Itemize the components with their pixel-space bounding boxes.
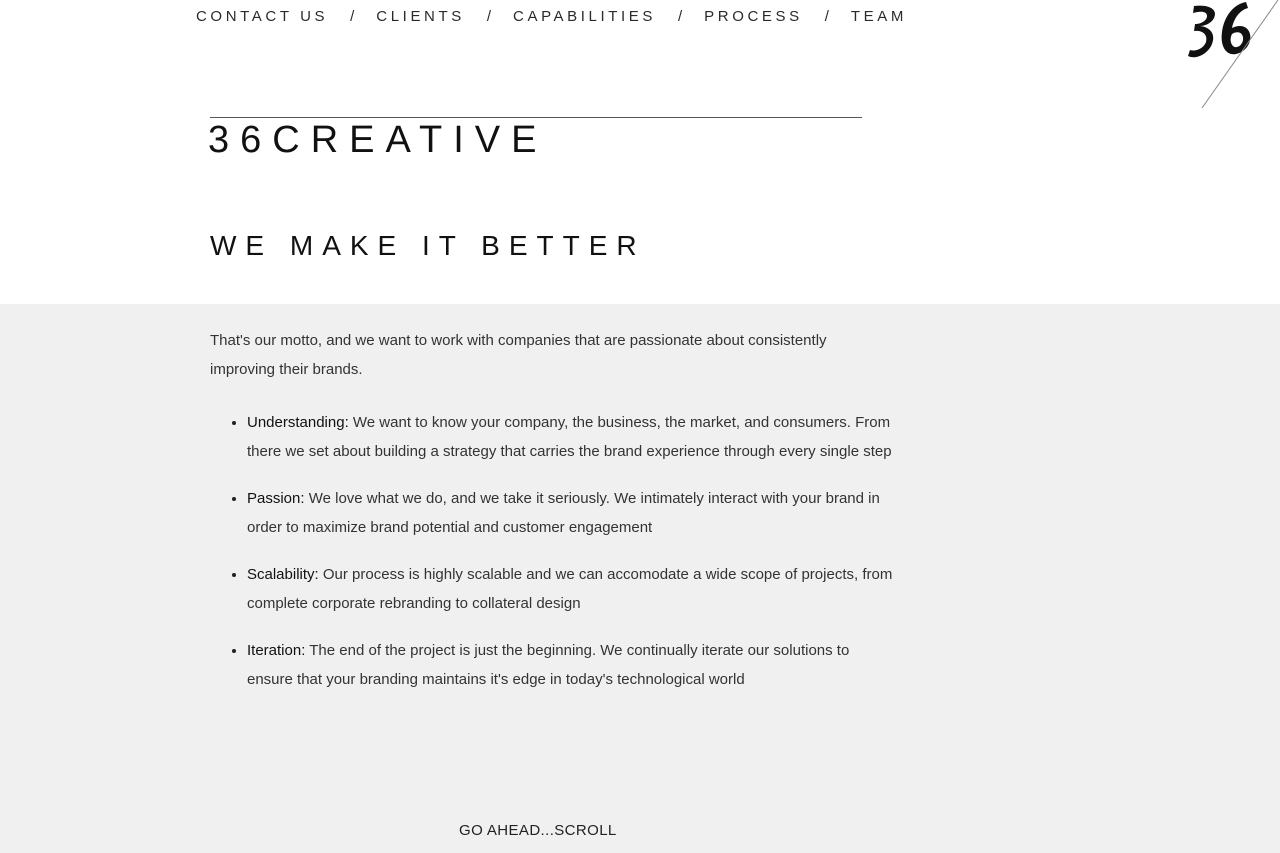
nav-contact-us[interactable]: CONTACT US: [196, 8, 328, 25]
hero-motto: WE MAKE IT BETTER: [210, 230, 646, 261]
value-text: We love what we do, and we take it serio…: [247, 490, 880, 536]
top-nav: CONTACT US / CLIENTS / CAPABILITIES / PR…: [196, 8, 907, 25]
value-term: Scalability:: [247, 566, 319, 583]
page: CONTACT US / CLIENTS / CAPABILITIES / PR…: [0, 0, 1280, 853]
nav-separator: /: [678, 8, 683, 25]
list-item: Iteration: The end of the project is jus…: [232, 636, 899, 694]
value-text: Our process is highly scalable and we ca…: [247, 566, 893, 612]
nav-clients[interactable]: CLIENTS: [376, 8, 465, 25]
nav-capabilities[interactable]: CAPABILITIES: [513, 8, 656, 25]
scroll-cta-link[interactable]: GO AHEAD...SCROLL: [459, 822, 617, 839]
value-term: Iteration:: [247, 642, 306, 659]
nav-separator: /: [824, 8, 829, 25]
list-item: Understanding: We want to know your comp…: [232, 408, 899, 466]
36-logo-icon[interactable]: [1180, 0, 1280, 112]
value-term: Passion:: [247, 490, 305, 507]
nav-separator: /: [350, 8, 355, 25]
nav-separator: /: [486, 8, 492, 25]
value-term: Understanding:: [247, 414, 349, 431]
list-item: Passion: We love what we do, and we take…: [232, 484, 899, 542]
brand-title: 36CREATIVE: [208, 119, 548, 161]
nav-team[interactable]: TEAM: [851, 8, 907, 25]
list-item: Scalability: Our process is highly scala…: [232, 560, 899, 618]
intro-paragraph: That's our motto, and we want to work wi…: [210, 332, 827, 378]
values-list: Understanding: We want to know your comp…: [210, 408, 899, 712]
value-text: The end of the project is just the begin…: [247, 642, 850, 688]
nav-process[interactable]: PROCESS: [704, 8, 803, 25]
